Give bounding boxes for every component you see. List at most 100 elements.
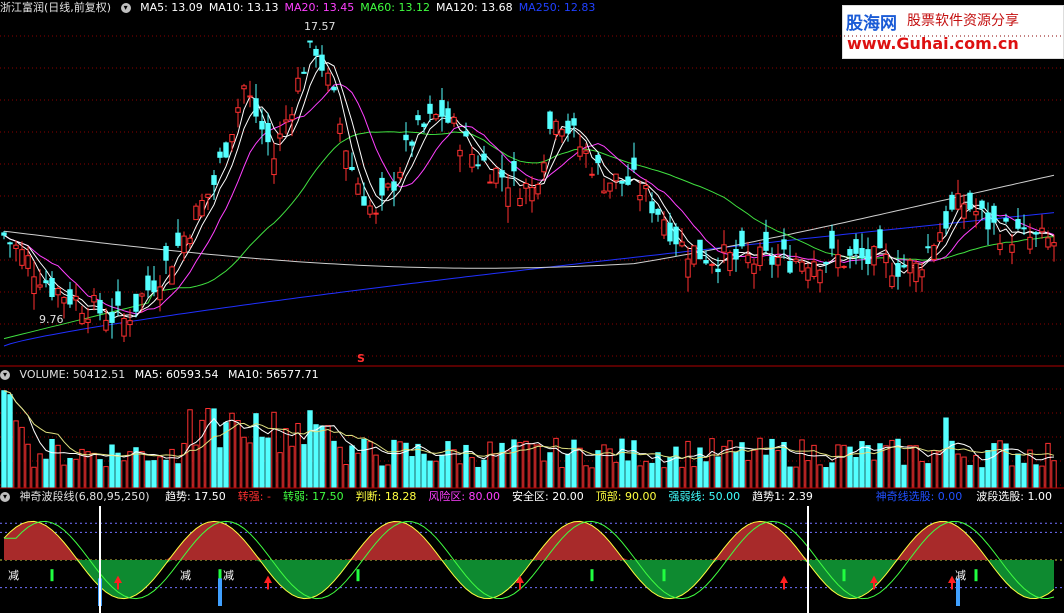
signal-marker: S [357, 352, 365, 365]
candle-body [997, 243, 1003, 251]
candle-body [91, 294, 97, 303]
volume-bar [433, 460, 439, 489]
volume-bar [1039, 465, 1045, 489]
volume-bar [643, 460, 649, 489]
volume-value: VOLUME: 50412.51 [19, 368, 126, 381]
candle-body [955, 193, 961, 210]
reduce-label: 减 [180, 569, 191, 582]
candle-body [205, 193, 211, 198]
candle-body [49, 278, 55, 297]
candle-body [379, 177, 385, 196]
volume-bar [901, 464, 907, 489]
volume-bar [925, 463, 931, 489]
indicator-legend: 趋势: 17.50 转强: - 转弱: 17.50 判断: 18.28 风险区: 80.… [159, 490, 819, 503]
candle-body [427, 103, 433, 114]
volume-bar [637, 465, 643, 489]
indicator-name[interactable]: 神奇波段线(6,80,95,250) [20, 490, 150, 503]
candle-body [529, 187, 535, 202]
candle-body [781, 239, 787, 250]
volume-bar [529, 443, 535, 489]
volume-bar [283, 428, 289, 489]
volume-bar [763, 454, 769, 489]
candle-body [709, 263, 715, 266]
reduce-label: 减 [223, 569, 234, 582]
volume-toggle-icon[interactable]: ▾ [0, 370, 10, 380]
volume-bar [1021, 462, 1027, 489]
volume-bar [13, 420, 19, 489]
volume-bar [481, 459, 487, 489]
volume-header: ▾ VOLUME: 50412.51 MA5: 60593.54 MA10: 5… [0, 367, 325, 383]
volume-bar [7, 394, 13, 489]
volume-bar [709, 438, 715, 489]
candle-body [199, 199, 205, 217]
volume-bar [139, 451, 145, 489]
volume-bar [691, 466, 697, 489]
candle-body [733, 248, 739, 260]
candle-body [439, 100, 445, 117]
candle-body [403, 134, 409, 141]
candle-body [889, 275, 895, 288]
volume-chart[interactable] [0, 384, 1064, 489]
volume-bar [937, 451, 943, 489]
candle-body [445, 108, 451, 123]
indicator-right-legend-item: 神奇线选股: 0.00 [875, 490, 963, 503]
candle-body [145, 275, 151, 291]
volume-bar [49, 438, 55, 489]
volume-bar [349, 445, 355, 489]
volume-bar [415, 443, 421, 489]
candle-body [1, 232, 7, 236]
candle-body [235, 107, 241, 113]
candle-body [679, 241, 685, 247]
indicator-toggle-icon[interactable]: ▾ [0, 492, 10, 502]
volume-bar [55, 444, 61, 489]
indicator-legend-item: 转弱: 17.50 [282, 490, 344, 503]
sell-marker [974, 569, 978, 582]
candle-body [139, 293, 145, 297]
candle-body [619, 180, 625, 184]
indicator-legend-item: 顶部: 90.00 [595, 490, 657, 503]
volume-bar [229, 412, 235, 489]
candle-body [307, 40, 313, 43]
volume-bar [331, 440, 337, 489]
volume-bar [217, 447, 223, 489]
candle-body [871, 246, 877, 266]
volume-bar [565, 453, 571, 489]
volume-bar [985, 450, 991, 489]
candle-body [163, 246, 169, 261]
indicator-chart[interactable] [0, 506, 1064, 613]
volume-bar [109, 444, 115, 489]
volume-bar [325, 425, 331, 489]
candle-body [703, 260, 709, 264]
indicator-right-legend: 神奇线选股: 0.00 波段选股: 1.00 [868, 489, 1058, 505]
volume-bar [1003, 443, 1009, 489]
volume-ma10: MA10: 56577.71 [227, 368, 319, 381]
candle-body [43, 280, 49, 284]
volume-bar [751, 449, 757, 489]
price-chart[interactable] [0, 16, 1064, 367]
candle-body [523, 182, 529, 189]
ma-toggle-icon[interactable]: ▾ [120, 3, 131, 13]
volume-bar [91, 452, 97, 489]
candle-body [577, 146, 583, 157]
stock-title[interactable]: 浙江富润(日线,前复权) [0, 1, 111, 14]
volume-bar [487, 441, 493, 489]
candle-body [61, 296, 67, 304]
volume-bar [931, 450, 937, 489]
volume-bar [199, 419, 205, 489]
candle-body [883, 253, 889, 264]
volume-bar [307, 410, 313, 489]
volume-bar [595, 450, 601, 489]
volume-bar [121, 460, 127, 489]
volume-bar [793, 466, 799, 489]
candle-body [181, 235, 187, 254]
volume-bar [703, 461, 709, 489]
volume-bar [523, 440, 529, 489]
candle-body [613, 173, 619, 182]
volume-bar [919, 460, 925, 489]
candle-body [1051, 242, 1057, 247]
candle-body [253, 98, 259, 117]
candle-body [409, 141, 415, 146]
indicator-header: ▾ 神奇波段线(6,80,95,250) 趋势: 17.50 转强: - 转弱: 1… [0, 489, 1064, 505]
volume-bar [625, 460, 631, 489]
candle-body [505, 187, 511, 207]
